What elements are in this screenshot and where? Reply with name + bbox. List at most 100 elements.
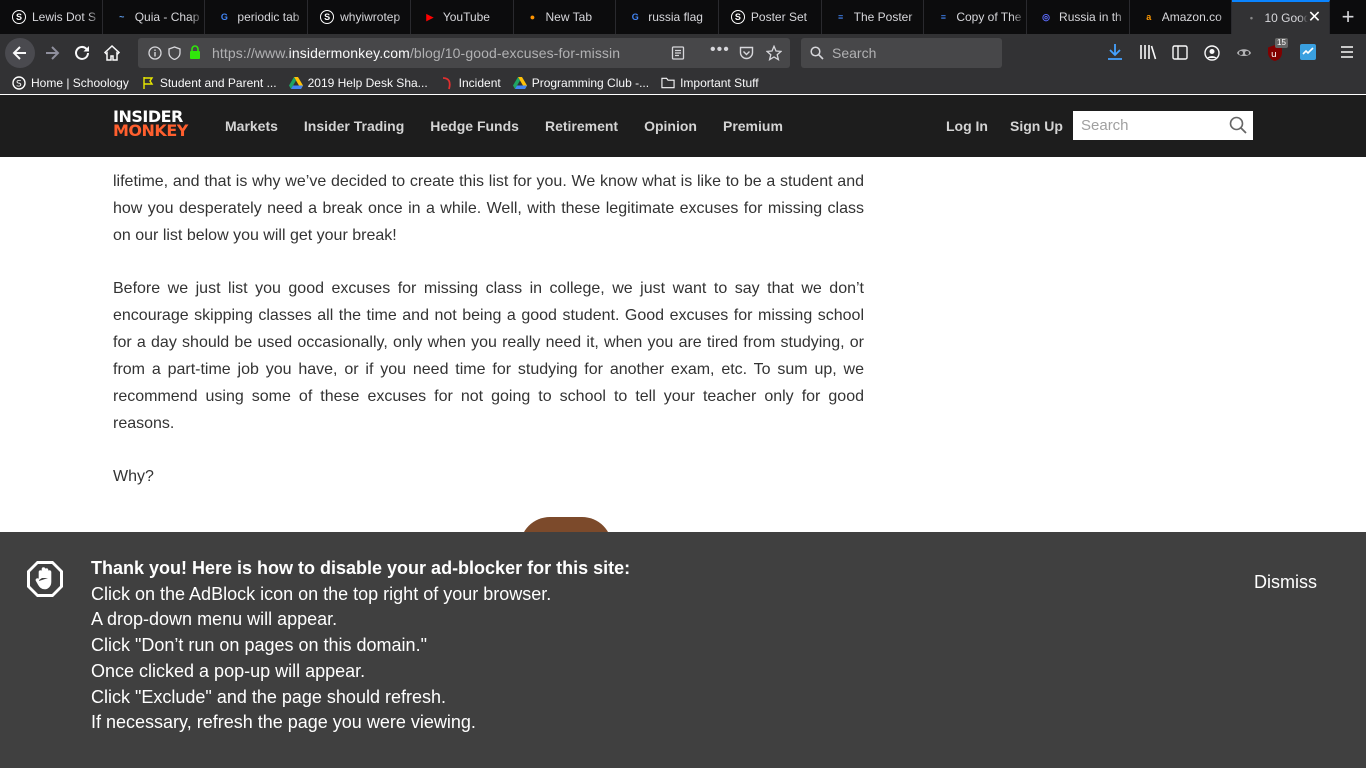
- sidebar-icon: [1172, 45, 1188, 60]
- tab-title: The Poster: [853, 10, 913, 24]
- google-docs-icon: ≡: [940, 12, 946, 22]
- search-icon: [810, 46, 824, 60]
- article-body: lifetime, and that is why we’ve decided …: [113, 157, 864, 516]
- tracking-button[interactable]: [1235, 45, 1253, 66]
- browser-tab[interactable]: ≡ The Poster: [822, 0, 925, 34]
- browser-tab[interactable]: ◎ Russia in th: [1027, 0, 1130, 34]
- browser-tab[interactable]: a Amazon.co: [1130, 0, 1233, 34]
- bookmark-label: Incident: [458, 76, 501, 90]
- tab-title: Russia in th: [1059, 10, 1122, 24]
- browser-search-box[interactable]: Search: [801, 38, 1002, 68]
- pocket-icon[interactable]: [739, 46, 754, 60]
- bookmark-item[interactable]: S Home | Schoology: [12, 76, 129, 90]
- reader-view-icon[interactable]: [671, 46, 685, 60]
- browser-tab[interactable]: ● New Tab: [514, 0, 617, 34]
- bookmark-star-icon[interactable]: [766, 45, 782, 61]
- svg-text:u: u: [1271, 50, 1277, 60]
- schoology-icon: S: [320, 10, 335, 24]
- disguise-icon: [1237, 49, 1251, 56]
- tab-title: 10 Good: [1264, 11, 1309, 25]
- bookmark-item[interactable]: Programming Club -...: [512, 76, 650, 90]
- nav-hedge-funds[interactable]: Hedge Funds: [430, 118, 519, 134]
- tab-title: russia flag: [648, 10, 703, 24]
- tab-title: Poster Set: [750, 10, 807, 24]
- browser-tab[interactable]: S Poster Set: [719, 0, 822, 34]
- article-paragraph: lifetime, and that is why we’ve decided …: [113, 173, 864, 244]
- extension-button[interactable]: [1300, 44, 1316, 65]
- extension-icon: [1300, 44, 1316, 60]
- amazon-icon: a: [1146, 12, 1152, 22]
- adblock-step: Click "Don’t run on pages on this domain…: [91, 635, 427, 656]
- lock-icon[interactable]: [189, 45, 201, 60]
- nav-premium[interactable]: Premium: [723, 118, 783, 134]
- url-path: /blog/10-good-excuses-for-missin: [409, 45, 621, 61]
- shield-icon[interactable]: [168, 46, 181, 60]
- schoology-icon: S: [730, 10, 745, 24]
- tab-title: YouTube: [442, 10, 490, 24]
- new-tab-button[interactable]: +: [1330, 0, 1366, 34]
- browser-tab[interactable]: ≡ Copy of The: [924, 0, 1028, 34]
- tab-title: Amazon.co: [1161, 10, 1222, 24]
- dismiss-button[interactable]: Dismiss: [1254, 572, 1317, 593]
- quia-icon: ~: [119, 12, 125, 22]
- globe-icon: ◎: [1042, 11, 1050, 22]
- schoology-icon: S: [12, 76, 26, 90]
- bookmark-label: Student and Parent ...: [159, 76, 277, 90]
- browser-tab[interactable]: Gperiodic tab: [205, 0, 309, 34]
- site-search-input[interactable]: Search: [1073, 111, 1253, 140]
- tab-title: Quia - Chap: [134, 10, 200, 24]
- site-search-placeholder: Search: [1081, 117, 1129, 134]
- browser-tab[interactable]: ~ Quia - Chap: [103, 0, 206, 34]
- browser-tab[interactable]: S Lewis Dot S: [0, 0, 103, 34]
- bookmark-item[interactable]: Important Stuff: [661, 76, 759, 90]
- sidebar-toggle-button[interactable]: [1172, 45, 1188, 65]
- bookmark-label: Programming Club -...: [531, 76, 650, 90]
- nav-retirement[interactable]: Retirement: [545, 118, 618, 134]
- browser-tab[interactable]: Grussia flag: [616, 0, 719, 34]
- tab-strip: S Lewis Dot S ~ Quia - Chap Gperiodic tab Swh…: [0, 0, 1366, 34]
- url-text[interactable]: https://www.insidermonkey.com/blog/10-go…: [212, 45, 632, 61]
- back-button[interactable]: [5, 38, 35, 68]
- browser-tab[interactable]: • 10 Good ✕: [1232, 0, 1331, 34]
- insider-monkey-logo[interactable]: INSIDER MONKEY: [113, 109, 188, 139]
- downloads-button[interactable]: [1107, 43, 1123, 66]
- article-paragraph: Why?: [113, 468, 154, 485]
- bookmark-item[interactable]: 2019 Help Desk Sha...: [288, 76, 428, 90]
- adblock-step: Click on the AdBlock icon on the top rig…: [91, 583, 552, 604]
- google-docs-icon: ≡: [837, 12, 844, 22]
- library-button[interactable]: [1139, 44, 1157, 65]
- url-bar[interactable]: https://www.insidermonkey.com/blog/10-go…: [138, 38, 790, 68]
- browser-tab[interactable]: Swhyiwrotep: [308, 0, 411, 34]
- signup-link[interactable]: Sign Up: [1010, 118, 1063, 134]
- nav-opinion[interactable]: Opinion: [644, 118, 697, 134]
- tab-title: whyiwrotep: [340, 10, 401, 24]
- arrow-right-icon: [46, 46, 60, 60]
- svg-text:S: S: [16, 80, 22, 90]
- menu-button[interactable]: [1339, 45, 1355, 64]
- account-icon: [1204, 45, 1220, 61]
- library-icon: [1140, 45, 1157, 60]
- reload-icon: [75, 45, 89, 60]
- bookmark-label: Important Stuff: [680, 76, 759, 90]
- forward-button[interactable]: [37, 38, 67, 68]
- site-header: INSIDER MONKEY Markets Insider Trading H…: [0, 95, 1366, 157]
- login-link[interactable]: Log In: [946, 118, 988, 134]
- page-actions-icon[interactable]: •••: [710, 41, 730, 59]
- firefox-icon: ●: [529, 12, 536, 22]
- nav-markets[interactable]: Markets: [225, 118, 278, 134]
- search-icon[interactable]: [1229, 116, 1247, 134]
- adblock-step: A drop-down menu will appear.: [91, 609, 338, 630]
- adblock-hand-icon: [27, 561, 63, 597]
- reload-button[interactable]: [67, 38, 97, 68]
- ublock-badge-count: 15: [1275, 38, 1288, 48]
- home-button[interactable]: [97, 38, 127, 68]
- ublock-button[interactable]: u 15: [1267, 38, 1288, 67]
- close-tab-icon[interactable]: ✕: [1308, 10, 1321, 26]
- nav-insider-trading[interactable]: Insider Trading: [304, 118, 404, 134]
- bookmark-item[interactable]: Student and Parent ...: [141, 76, 277, 90]
- browser-tab[interactable]: ▶ YouTube: [411, 0, 514, 34]
- bookmark-item[interactable]: Incident: [440, 76, 501, 90]
- bookmark-label: Home | Schoology: [31, 76, 129, 90]
- account-button[interactable]: [1204, 45, 1220, 66]
- info-icon[interactable]: [148, 46, 162, 60]
